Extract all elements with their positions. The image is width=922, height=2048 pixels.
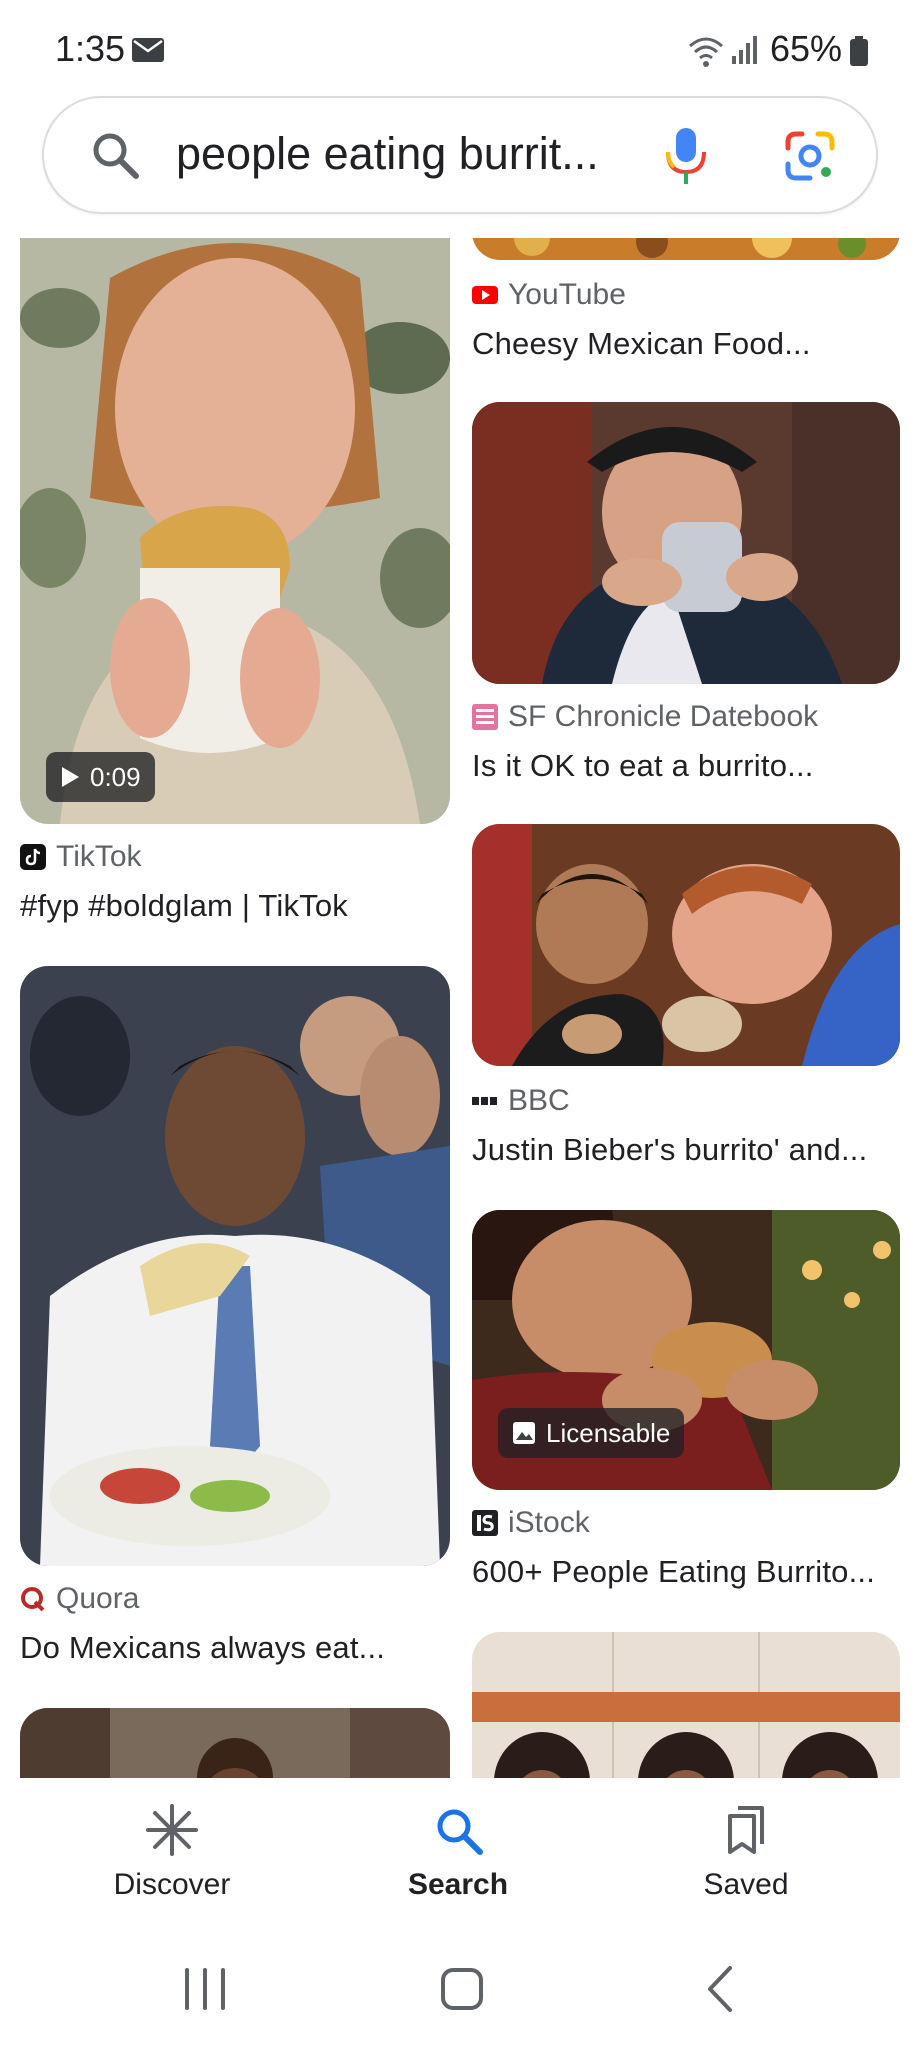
result-source-label: BBC bbox=[508, 1084, 570, 1117]
nav-discover-label: Discover bbox=[113, 1868, 231, 1901]
bookmarks-icon bbox=[728, 1806, 764, 1854]
result-title[interactable]: Justin Bieber's burrito' and... bbox=[472, 1132, 867, 1168]
asterisk-icon bbox=[146, 1804, 198, 1856]
nav-search[interactable]: Search bbox=[358, 1802, 558, 1902]
datebook-icon bbox=[472, 704, 498, 730]
two-men-eating-burritos-image bbox=[472, 824, 900, 1066]
result-image-istock[interactable]: Licensable bbox=[472, 1210, 900, 1490]
man-portrait-image bbox=[20, 1708, 450, 1778]
licensable-label: Licensable bbox=[546, 1417, 671, 1448]
wifi-icon bbox=[689, 37, 723, 67]
status-time: 1:35 bbox=[55, 28, 126, 69]
search-icon bbox=[437, 1809, 483, 1855]
food-plate-image bbox=[472, 238, 900, 260]
result-title[interactable]: Do Mexicans always eat... bbox=[20, 1630, 385, 1666]
result-image-partial[interactable] bbox=[20, 1708, 450, 1778]
result-title[interactable]: 600+ People Eating Burrito... bbox=[472, 1554, 875, 1590]
woman-collage-image bbox=[472, 1632, 900, 1778]
result-image-bbc[interactable] bbox=[472, 824, 900, 1066]
result-source[interactable]: BBC bbox=[472, 1084, 570, 1118]
licensable-badge: Licensable bbox=[498, 1408, 685, 1458]
home-icon[interactable] bbox=[432, 1964, 492, 2014]
youtube-icon bbox=[472, 286, 498, 304]
bottom-navigation: Discover Search Saved bbox=[0, 1780, 922, 1930]
result-source-label: SF Chronicle Datebook bbox=[508, 700, 819, 733]
google-lens-icon[interactable] bbox=[784, 130, 836, 182]
play-icon bbox=[62, 767, 79, 787]
result-source[interactable]: Quora bbox=[20, 1582, 139, 1616]
result-image-partial[interactable] bbox=[472, 1632, 900, 1778]
result-title[interactable]: Is it OK to eat a burrito... bbox=[472, 748, 814, 784]
tiktok-icon bbox=[20, 844, 46, 870]
battery-level: 65% bbox=[770, 28, 843, 69]
result-image-tiktok[interactable]: 0:09 bbox=[20, 238, 450, 824]
video-duration: 0:09 bbox=[90, 761, 141, 792]
nav-discover[interactable]: Discover bbox=[72, 1802, 272, 1902]
result-image-sf-chronicle[interactable] bbox=[472, 402, 900, 684]
mail-icon bbox=[132, 38, 164, 62]
result-source-label: YouTube bbox=[508, 278, 626, 311]
search-icon[interactable] bbox=[88, 128, 142, 182]
istock-icon bbox=[472, 1510, 498, 1536]
result-title[interactable]: Cheesy Mexican Food... bbox=[472, 326, 811, 362]
man-eating-foil-burrito-image bbox=[472, 402, 900, 684]
result-image-youtube[interactable] bbox=[472, 238, 900, 260]
quora-icon bbox=[21, 1587, 45, 1612]
search-bar[interactable]: people eating burrit... bbox=[42, 96, 878, 214]
search-input[interactable]: people eating burrit... bbox=[176, 128, 599, 180]
image-results-grid: YouTube Cheesy Mexican Food... SF Chroni… bbox=[0, 238, 922, 1778]
man-eating-taco-image bbox=[20, 966, 450, 1566]
signal-icon bbox=[732, 36, 757, 64]
nav-saved[interactable]: Saved bbox=[646, 1802, 846, 1902]
result-source[interactable]: SF Chronicle Datebook bbox=[472, 700, 818, 734]
battery-icon bbox=[850, 36, 868, 66]
image-icon bbox=[513, 1422, 535, 1444]
result-image-quora[interactable] bbox=[20, 966, 450, 1566]
bbc-icon bbox=[472, 1097, 497, 1105]
result-title[interactable]: #fyp #boldglam | TikTok bbox=[20, 888, 348, 924]
nav-search-label: Search bbox=[407, 1868, 509, 1901]
result-source[interactable]: YouTube bbox=[472, 278, 626, 312]
microphone-icon[interactable] bbox=[664, 126, 708, 186]
system-navigation-bar bbox=[0, 1930, 922, 2048]
result-source[interactable]: iStock bbox=[472, 1506, 590, 1540]
result-source[interactable]: TikTok bbox=[20, 840, 142, 874]
woman-eating-burrito-image bbox=[20, 238, 450, 824]
recent-apps-icon[interactable] bbox=[175, 1964, 235, 2014]
status-bar: 1:35 65% bbox=[0, 0, 922, 96]
video-duration-badge: 0:09 bbox=[46, 752, 155, 802]
result-source-label: Quora bbox=[56, 1582, 140, 1615]
nav-saved-label: Saved bbox=[703, 1868, 789, 1901]
result-source-label: TikTok bbox=[56, 840, 142, 873]
back-icon[interactable] bbox=[690, 1964, 750, 2014]
result-source-label: iStock bbox=[508, 1506, 590, 1539]
